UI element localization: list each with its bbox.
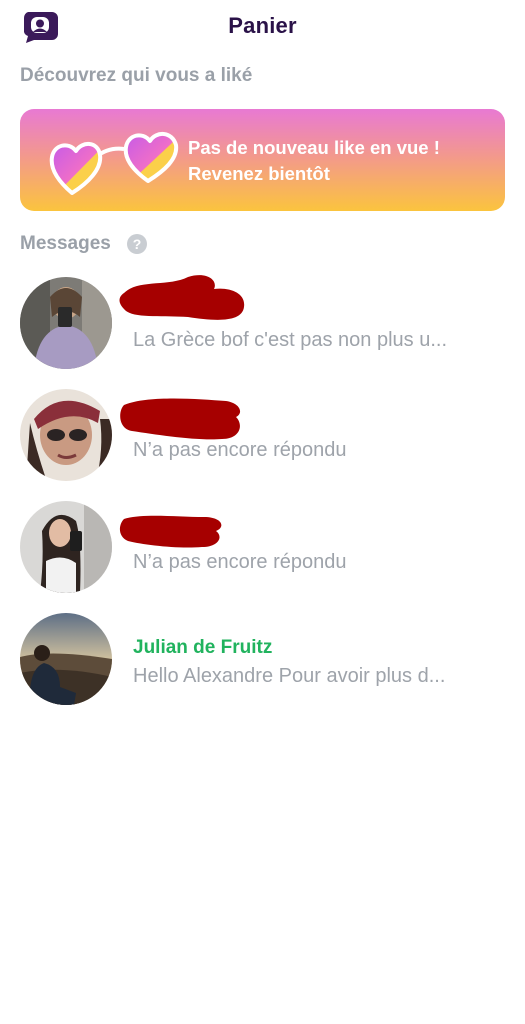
likes-message-line1: Pas de nouveau like en vue ! bbox=[188, 137, 440, 158]
message-preview: Hello Alexandre Pour avoir plus d... bbox=[133, 665, 446, 687]
help-icon[interactable]: ? bbox=[127, 234, 147, 254]
messages-section-title: Messages bbox=[20, 233, 111, 254]
message-preview: N’a pas encore répondu bbox=[133, 551, 347, 573]
conversation-item[interactable]: N’a pas encore répondu bbox=[0, 501, 525, 601]
likes-message: Pas de nouveau like en vue ! Revenez bie… bbox=[188, 135, 440, 187]
likes-message-line2: Revenez bientôt bbox=[188, 163, 330, 184]
likes-card[interactable]: Pas de nouveau like en vue ! Revenez bie… bbox=[20, 109, 505, 211]
avatar bbox=[20, 613, 112, 705]
conversation-item[interactable]: N’a pas encore répondu bbox=[0, 389, 525, 489]
avatar bbox=[20, 277, 112, 369]
conversation-item[interactable]: Julian de Fruitz Hello Alexandre Pour av… bbox=[0, 613, 525, 713]
message-preview: N’a pas encore répondu bbox=[133, 439, 347, 461]
heart-glasses-icon bbox=[48, 121, 188, 199]
redacted-name bbox=[120, 398, 241, 440]
message-preview: La Grèce bof c'est pas non plus u... bbox=[133, 329, 448, 351]
conversation-item[interactable]: La Grèce bof c'est pas non plus u... bbox=[0, 275, 525, 377]
likes-section-title: Découvrez qui vous a liké bbox=[20, 65, 253, 86]
page-title: Panier bbox=[228, 13, 297, 38]
avatar bbox=[20, 501, 112, 593]
avatar bbox=[20, 389, 112, 481]
contact-name: Julian de Fruitz bbox=[133, 637, 273, 658]
redacted-name bbox=[119, 275, 245, 320]
redacted-name bbox=[119, 515, 222, 548]
app-header: Panier bbox=[0, 0, 525, 52]
